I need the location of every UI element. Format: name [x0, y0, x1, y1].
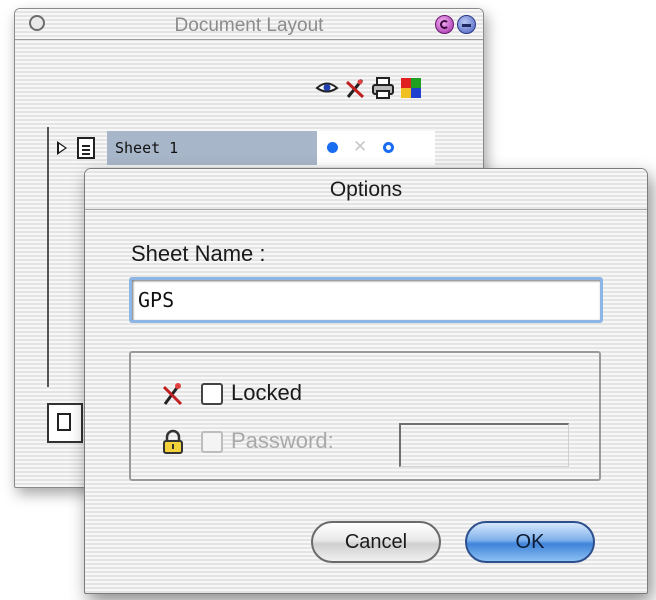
printable-ring-icon[interactable]	[383, 142, 394, 153]
lock-x-icon[interactable]: ✕	[353, 137, 367, 157]
ok-button[interactable]: OK	[465, 521, 595, 563]
printer-icon	[371, 76, 395, 100]
locked-row: Locked	[161, 379, 461, 409]
password-checkbox[interactable]	[201, 431, 223, 453]
locked-label: Locked	[231, 380, 302, 405]
column-header-icons	[315, 75, 445, 101]
options-titlebar[interactable]: Options	[85, 169, 647, 210]
new-sheet-button[interactable]	[47, 403, 83, 443]
dialog-title: Options	[329, 178, 403, 201]
password-input[interactable]	[399, 423, 569, 467]
sheet-name-label: Sheet Name :	[131, 241, 266, 266]
padlock-icon	[161, 429, 185, 455]
lock-group-box: Locked Password:	[129, 351, 601, 481]
password-label: Password:	[231, 428, 334, 453]
window-title: Document Layout	[174, 15, 324, 36]
sheet-row[interactable]: Sheet 1 ✕	[55, 131, 437, 165]
sheet-name-cell[interactable]: Sheet 1	[107, 131, 317, 165]
password-row: Password:	[161, 423, 581, 467]
cancel-button[interactable]: Cancel	[311, 521, 441, 563]
sheet-name-input[interactable]	[129, 277, 603, 323]
minimize-button[interactable]	[457, 15, 476, 34]
pencil-lock-icon	[343, 76, 367, 100]
disclosure-triangle-icon[interactable]	[57, 141, 67, 155]
options-dialog: Options Sheet Name : Locked Password: Ca…	[84, 168, 648, 594]
sheet-status-cell: ✕	[317, 131, 435, 165]
document-layout-titlebar[interactable]: Document Layout	[15, 9, 483, 40]
pencil-lock-icon	[161, 381, 185, 407]
eye-icon	[315, 76, 339, 100]
locked-checkbox[interactable]	[201, 383, 223, 405]
collapse-button[interactable]	[435, 15, 454, 34]
color-palette-icon	[399, 76, 423, 100]
sheet-name: Sheet 1	[115, 139, 179, 157]
visible-dot-icon[interactable]	[327, 142, 338, 153]
document-icon	[77, 137, 95, 159]
